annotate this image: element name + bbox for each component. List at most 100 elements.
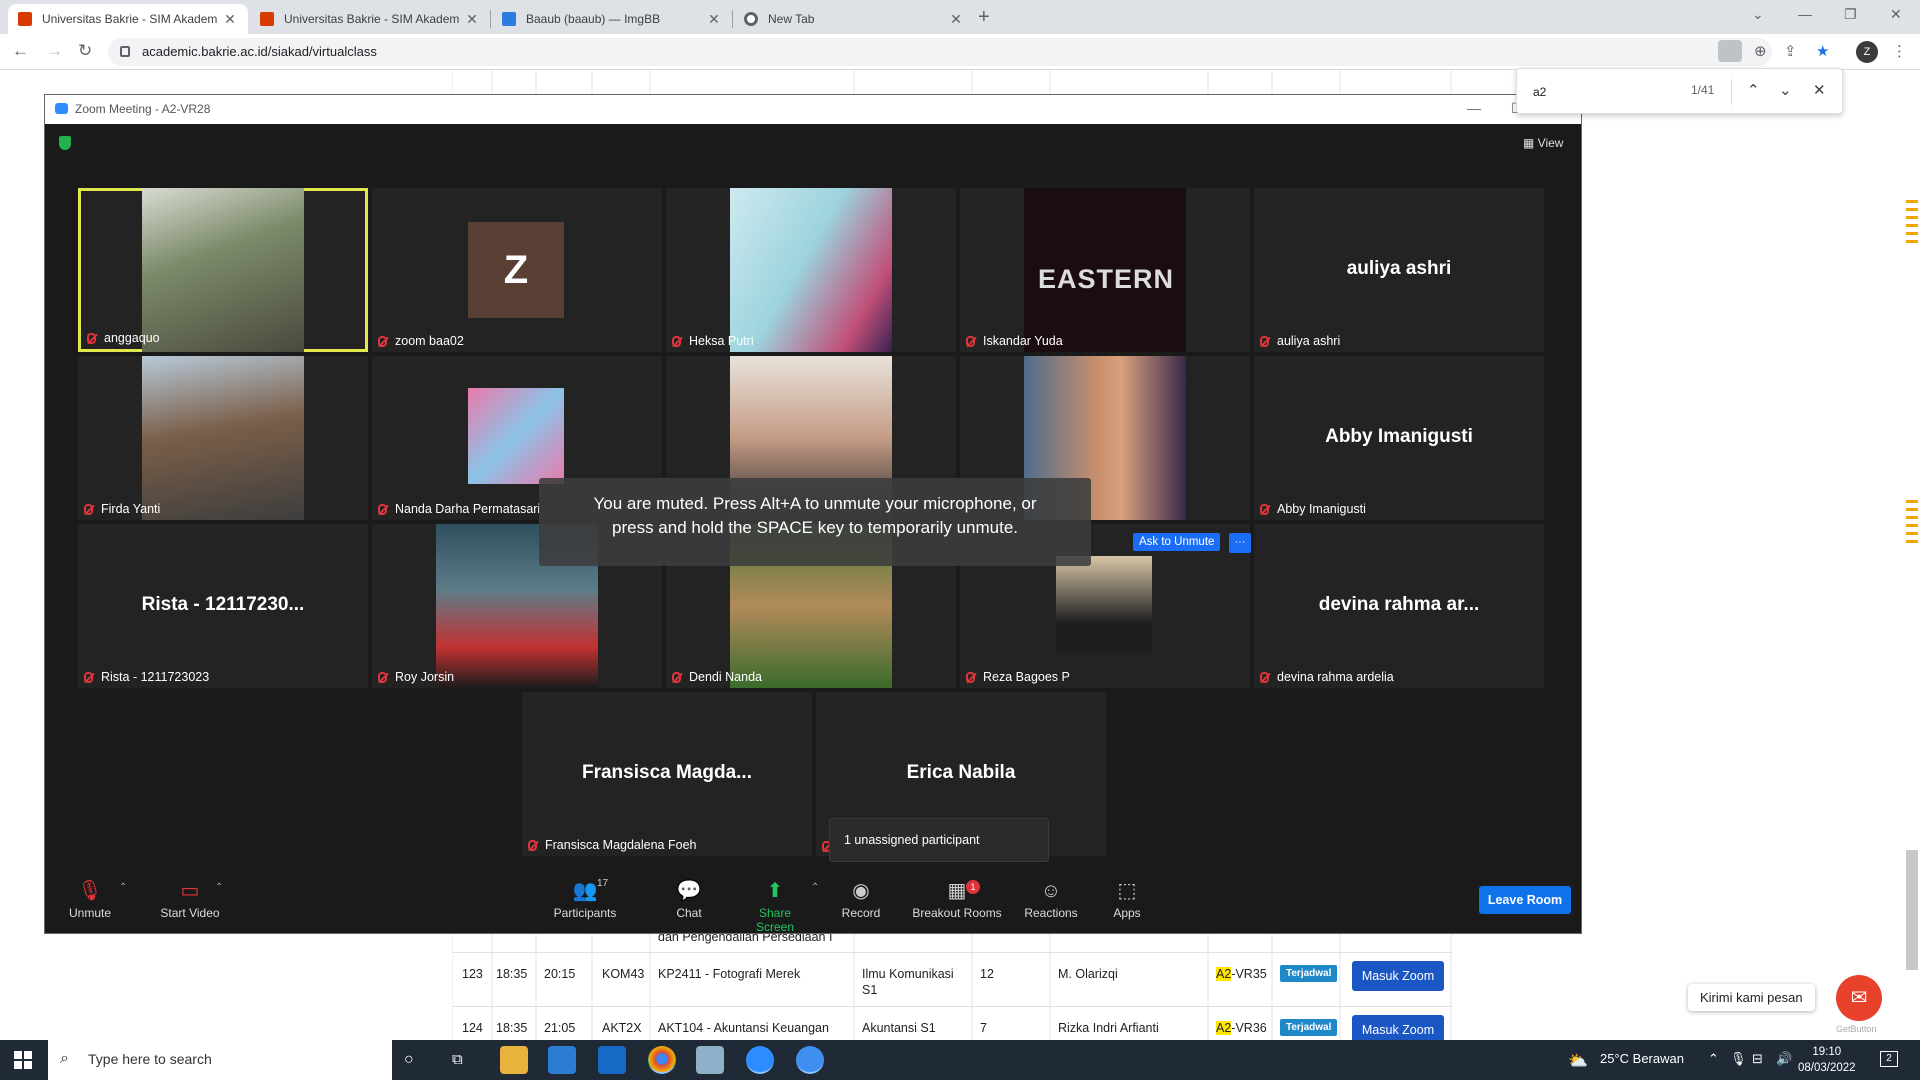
participant-avatar: Z bbox=[468, 222, 564, 318]
share-screen-button[interactable]: ⬆ Share Screen bbox=[739, 878, 811, 934]
participant-tile-abby-imanigusti[interactable]: Abby Imanigusti Abby Imanigusti bbox=[1254, 356, 1544, 520]
close-tab-icon[interactable]: ✕ bbox=[222, 11, 238, 28]
microsoft-store-icon[interactable] bbox=[548, 1046, 576, 1074]
participant-tile-anggaquo[interactable]: anggaquo bbox=[78, 188, 368, 352]
microphone-icon[interactable]: 🎙 bbox=[1730, 1051, 1747, 1067]
tab-search-chevron-icon[interactable]: ⌄ bbox=[1752, 6, 1764, 23]
mic-muted-icon bbox=[966, 335, 975, 347]
more-options-button[interactable]: ··· bbox=[1229, 533, 1251, 553]
find-close-icon[interactable]: ✕ bbox=[1813, 81, 1826, 99]
encryption-shield-icon[interactable] bbox=[59, 136, 71, 150]
participant-tile-firda-yanti[interactable]: Firda Yanti bbox=[78, 356, 368, 520]
tab-new-tab[interactable]: New Tab ✕ bbox=[734, 4, 974, 34]
browser-toolbar: ← → ↻ academic.bakrie.ac.id/siakad/virtu… bbox=[0, 34, 1920, 70]
tab-imgbb[interactable]: Baaub (baaub) — ImgBB ✕ bbox=[492, 4, 732, 34]
mic-muted-icon bbox=[84, 671, 93, 683]
teamviewer-icon[interactable] bbox=[796, 1046, 824, 1074]
share-icon[interactable]: ⇪ bbox=[1784, 42, 1797, 60]
grid-icon: ▦ bbox=[1523, 136, 1538, 150]
view-button[interactable]: ▦ View bbox=[1523, 136, 1563, 150]
back-arrow-icon[interactable]: ← bbox=[12, 41, 29, 61]
find-next-icon[interactable]: ⌄ bbox=[1779, 81, 1792, 99]
task-view-icon[interactable]: ⧉ bbox=[452, 1051, 463, 1068]
taskbar-search-box[interactable]: ⌕ Type here to search bbox=[48, 1040, 392, 1080]
participant-tile-devina[interactable]: devina rahma ar... devina rahma ardelia bbox=[1254, 524, 1544, 688]
network-icon[interactable]: ⊟ bbox=[1752, 1051, 1763, 1067]
close-tab-icon[interactable]: ✕ bbox=[948, 11, 964, 28]
room-code: A2-VR35 bbox=[1216, 967, 1267, 981]
video-options-caret-icon[interactable]: ⌃ bbox=[215, 882, 223, 893]
close-tab-icon[interactable]: ✕ bbox=[706, 11, 722, 28]
start-video-label: Start Video bbox=[160, 906, 220, 920]
close-tab-icon[interactable]: ✕ bbox=[464, 11, 480, 28]
windows-start-icon[interactable] bbox=[14, 1051, 32, 1069]
restore-icon[interactable]: ❐ bbox=[1844, 6, 1857, 23]
lock-icon bbox=[120, 46, 130, 57]
participant-name-label: Abby Imanigusti bbox=[1260, 502, 1366, 516]
participants-button[interactable]: 👥 Participants bbox=[549, 878, 621, 920]
chrome-menu-icon[interactable]: ⋮ bbox=[1892, 42, 1907, 60]
participant-tile-auliya-ashri[interactable]: auliya ashri auliya ashri bbox=[1254, 188, 1544, 352]
ask-to-unmute-button[interactable]: Ask to Unmute bbox=[1133, 533, 1221, 551]
profile-avatar[interactable]: Z bbox=[1856, 41, 1878, 63]
bookmark-star-icon[interactable]: ★ bbox=[1816, 42, 1829, 60]
minimize-icon[interactable]: — bbox=[1798, 6, 1812, 22]
cortana-icon[interactable]: ○ bbox=[404, 1051, 414, 1069]
tab-sim-akademik-1[interactable]: Universitas Bakrie - SIM Akadem ✕ bbox=[8, 4, 248, 34]
file-explorer-icon[interactable] bbox=[500, 1046, 528, 1074]
find-previous-icon[interactable]: ⌃ bbox=[1747, 81, 1760, 99]
weather-text[interactable]: 25°C Berawan bbox=[1600, 1051, 1684, 1066]
weather-cloud-icon[interactable]: ⛅ bbox=[1568, 1051, 1588, 1071]
leave-room-button[interactable]: Leave Room bbox=[1479, 886, 1571, 914]
participant-tile-rista[interactable]: Rista - 12117230... Rista - 1211723023 bbox=[78, 524, 368, 688]
zoom-meeting-window: Zoom Meeting - A2-VR28 — ☐ ✕ ▦ View angg… bbox=[44, 94, 1582, 934]
forward-arrow-icon[interactable]: → bbox=[46, 41, 63, 61]
participant-tile-heksa-putri[interactable]: Heksa Putri bbox=[666, 188, 956, 352]
show-hidden-icons-icon[interactable]: ⌃ bbox=[1708, 1051, 1719, 1067]
mail-icon[interactable] bbox=[598, 1046, 626, 1074]
join-zoom-button[interactable]: Masuk Zoom bbox=[1352, 961, 1444, 991]
participant-display-name: devina rahma ar... bbox=[1318, 594, 1480, 615]
muted-text-line-2: press and hold the SPACE key to temporar… bbox=[612, 518, 1018, 537]
reactions-button[interactable]: ☺ Reactions bbox=[1021, 878, 1081, 920]
view-label: View bbox=[1537, 136, 1564, 150]
taskbar-clock[interactable]: 19:10 08/03/2022 bbox=[1798, 1044, 1856, 1076]
mic-muted-icon bbox=[1260, 503, 1269, 515]
notepad-icon[interactable] bbox=[696, 1046, 724, 1074]
zoom-taskbar-icon[interactable] bbox=[746, 1046, 774, 1074]
participant-name: Fransisca Magdalena Foeh bbox=[545, 838, 697, 852]
find-input[interactable]: a2 bbox=[1533, 85, 1546, 99]
zoom-minimize-icon[interactable]: — bbox=[1467, 100, 1481, 116]
participant-video-photo bbox=[468, 388, 564, 484]
chat-icon: 💬 bbox=[676, 880, 702, 902]
page-action-icon[interactable] bbox=[1718, 40, 1742, 62]
participant-display-name: auliya ashri bbox=[1346, 258, 1452, 279]
chat-button[interactable]: 💬 Chat bbox=[671, 878, 707, 920]
scrollbar[interactable] bbox=[1904, 70, 1920, 1040]
chrome-taskbar-icon[interactable] bbox=[648, 1046, 676, 1074]
class-code: KOM43 bbox=[602, 967, 645, 981]
address-bar[interactable]: academic.bakrie.ac.id/siakad/virtualclas… bbox=[108, 38, 1772, 66]
participant-tile-zoom-baa02[interactable]: Z zoom baa02 bbox=[372, 188, 662, 352]
unmute-label: Unmute bbox=[68, 906, 112, 920]
participant-name-label: zoom baa02 bbox=[378, 334, 464, 348]
notification-center-icon[interactable]: 2 bbox=[1880, 1051, 1898, 1067]
chat-bubble-icon[interactable]: ✉ bbox=[1836, 975, 1882, 1021]
apps-button[interactable]: ⬚ Apps bbox=[1111, 878, 1143, 920]
share-options-caret-icon[interactable]: ⌃ bbox=[811, 882, 819, 893]
zoom-magnifier-icon[interactable]: ⊕ bbox=[1754, 42, 1767, 60]
audio-options-caret-icon[interactable]: ⌃ bbox=[119, 882, 127, 893]
participant-tile-iskandar-yuda[interactable]: EASTERN Iskandar Yuda bbox=[960, 188, 1250, 352]
participant-tile-fransisca[interactable]: Fransisca Magda... Fransisca Magdalena F… bbox=[522, 692, 812, 856]
tab-sim-akademik-2[interactable]: Universitas Bakrie - SIM Akadem ✕ bbox=[250, 4, 490, 34]
record-button[interactable]: ◉ Record bbox=[839, 878, 883, 920]
breakout-notification-badge: 1 bbox=[966, 880, 980, 894]
unmute-button[interactable]: 🎙 Unmute bbox=[67, 878, 113, 920]
new-tab-plus-icon[interactable]: + bbox=[978, 6, 990, 29]
row-number: 124 bbox=[462, 1021, 483, 1035]
room-code: A2-VR36 bbox=[1216, 1021, 1267, 1035]
volume-icon[interactable]: 🔊 bbox=[1776, 1051, 1792, 1067]
breakout-rooms-button[interactable]: ▦ Breakout Rooms bbox=[911, 878, 1003, 920]
close-window-icon[interactable]: ✕ bbox=[1890, 6, 1902, 23]
reload-icon[interactable]: ↻ bbox=[78, 41, 92, 61]
